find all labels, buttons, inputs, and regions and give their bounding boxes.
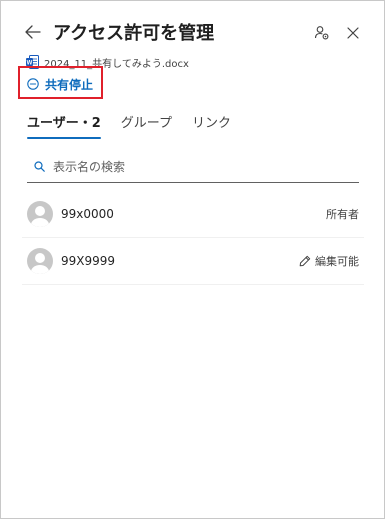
stop-sharing-label: 共有停止 xyxy=(45,77,94,92)
people-settings-button[interactable] xyxy=(312,23,332,43)
close-icon xyxy=(347,27,359,39)
search-box xyxy=(27,151,359,183)
page-title: アクセス許可を管理 xyxy=(53,23,215,44)
user-list: 99x0000 所有者 99X9999 編集可能 xyxy=(22,191,364,285)
tab-users[interactable]: ユーザー・2 xyxy=(27,109,101,139)
user-role-label: 所有者 xyxy=(326,208,359,221)
avatar xyxy=(27,248,53,274)
search-input[interactable] xyxy=(53,159,333,174)
user-role-label: 編集可能 xyxy=(315,255,359,268)
tab-bar: ユーザー・2 グループ リンク xyxy=(27,109,231,139)
pencil-icon xyxy=(299,255,311,267)
user-name: 99X9999 xyxy=(61,254,116,268)
search-icon xyxy=(34,161,45,172)
person-icon xyxy=(31,253,49,274)
close-button[interactable] xyxy=(343,23,363,43)
user-name: 99x0000 xyxy=(61,207,114,221)
people-settings-icon xyxy=(314,26,329,40)
user-role-dropdown[interactable]: 編集可能 xyxy=(299,238,359,284)
tab-groups[interactable]: グループ xyxy=(121,109,172,139)
person-icon xyxy=(31,206,49,227)
stop-sharing-button[interactable]: 共有停止 xyxy=(27,75,93,93)
user-row[interactable]: 99x0000 所有者 xyxy=(22,191,364,238)
avatar xyxy=(27,201,53,227)
user-row[interactable]: 99X9999 編集可能 xyxy=(22,238,364,285)
user-role[interactable]: 所有者 xyxy=(326,191,359,237)
arrow-left-icon xyxy=(25,25,41,39)
manage-access-panel: アクセス許可を管理 W 2024_11_共有してみよう.docx 共有停止 ユー… xyxy=(0,0,385,519)
minus-circle-icon xyxy=(27,78,39,90)
tab-links[interactable]: リンク xyxy=(192,109,231,139)
back-button[interactable] xyxy=(23,22,43,42)
panel-header: アクセス許可を管理 xyxy=(1,15,384,51)
